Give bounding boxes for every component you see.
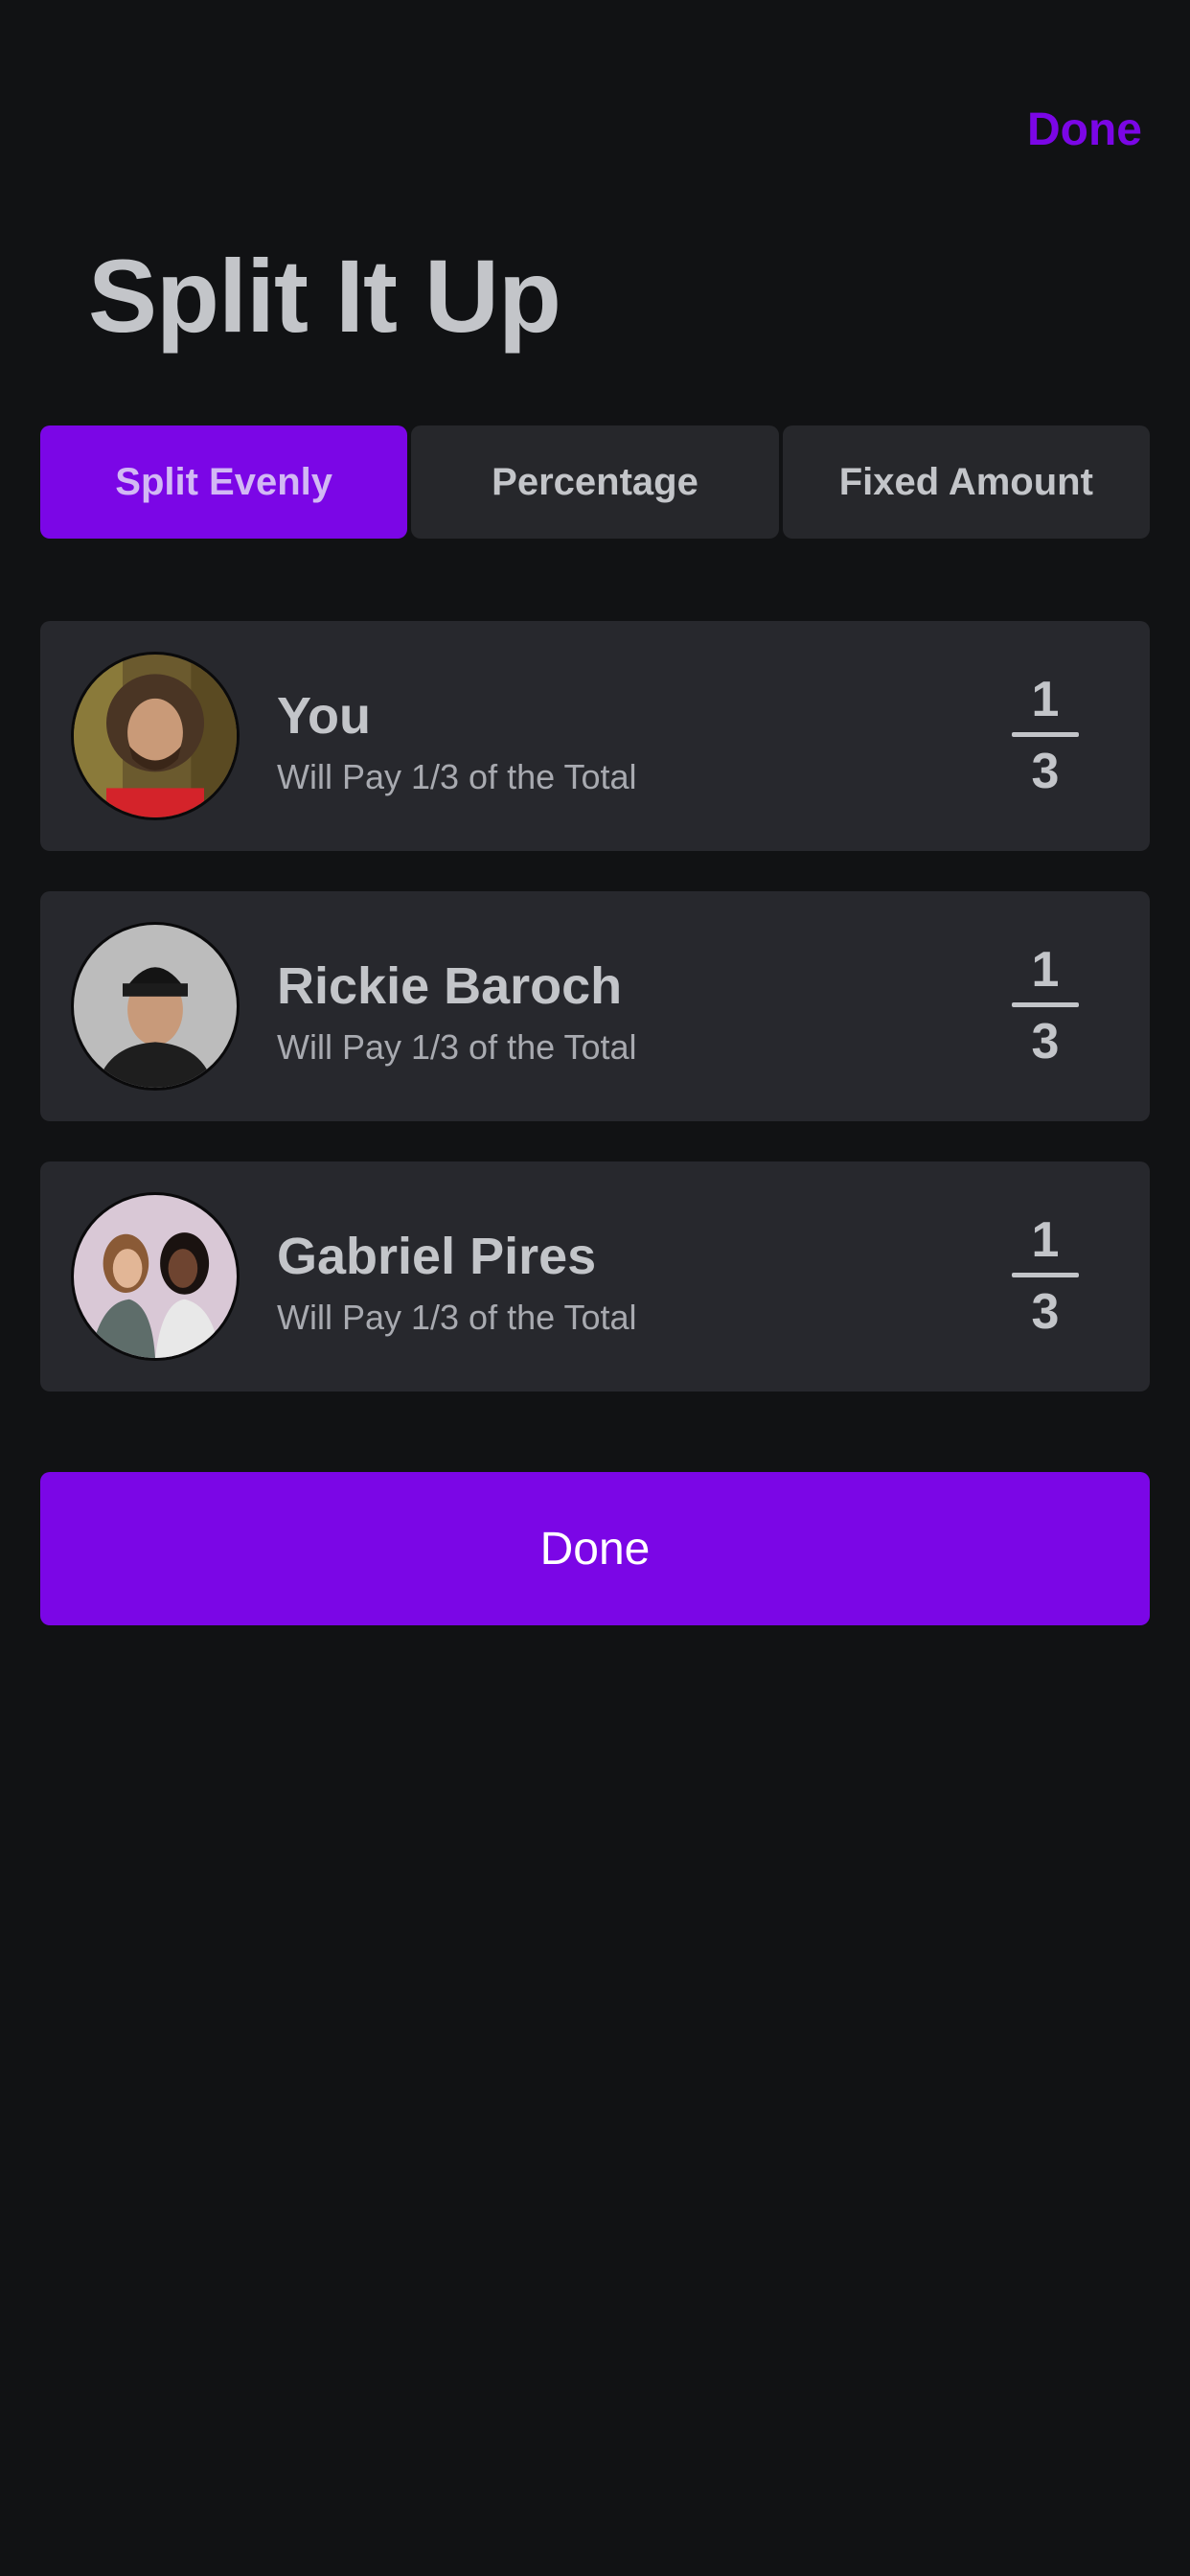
header-done-button[interactable]: Done xyxy=(1027,104,1142,156)
split-screen: Done Split It Up Split Evenly Percentage… xyxy=(0,0,1190,2576)
participant-share-text: Will Pay 1/3 of the Total xyxy=(277,757,637,796)
fraction-denominator: 3 xyxy=(1031,744,1060,799)
done-button[interactable]: Done xyxy=(40,1472,1150,1625)
participant-name: You xyxy=(277,687,371,745)
participant-share-text: Will Pay 1/3 of the Total xyxy=(277,1027,637,1067)
participant-card[interactable]: Gabriel Pires Will Pay 1/3 of the Total … xyxy=(40,1162,1150,1392)
avatar xyxy=(71,1192,240,1361)
share-fraction: 1 3 xyxy=(1012,675,1079,796)
participant-card[interactable]: Rickie Baroch Will Pay 1/3 of the Total … xyxy=(40,891,1150,1121)
participant-share-text: Will Pay 1/3 of the Total xyxy=(277,1298,637,1337)
split-mode-segmented-control: Split Evenly Percentage Fixed Amount xyxy=(40,426,1150,539)
man-beanie-photo-icon xyxy=(74,925,237,1088)
fraction-bar xyxy=(1012,1002,1079,1007)
tab-percentage[interactable]: Percentage xyxy=(411,426,779,539)
fraction-numerator: 1 xyxy=(1031,672,1060,727)
participant-card[interactable]: You Will Pay 1/3 of the Total 1 3 xyxy=(40,621,1150,851)
share-fraction: 1 3 xyxy=(1012,945,1079,1067)
fraction-bar xyxy=(1012,1273,1079,1277)
tab-fixed-amount[interactable]: Fixed Amount xyxy=(782,426,1150,539)
fraction-bar xyxy=(1012,732,1079,737)
two-women-photo-icon xyxy=(74,1195,237,1358)
share-fraction: 1 3 xyxy=(1012,1215,1079,1337)
page-title: Split It Up xyxy=(88,238,561,354)
fraction-numerator: 1 xyxy=(1031,1212,1060,1268)
fraction-denominator: 3 xyxy=(1031,1284,1060,1340)
avatar xyxy=(71,922,240,1091)
tab-split-evenly[interactable]: Split Evenly xyxy=(40,426,408,539)
participant-name: Rickie Baroch xyxy=(277,957,623,1015)
avatar xyxy=(71,652,240,820)
fraction-numerator: 1 xyxy=(1031,942,1060,998)
fraction-denominator: 3 xyxy=(1031,1014,1060,1070)
participant-name: Gabriel Pires xyxy=(277,1228,597,1285)
man-curly-hair-photo-icon xyxy=(74,655,237,817)
